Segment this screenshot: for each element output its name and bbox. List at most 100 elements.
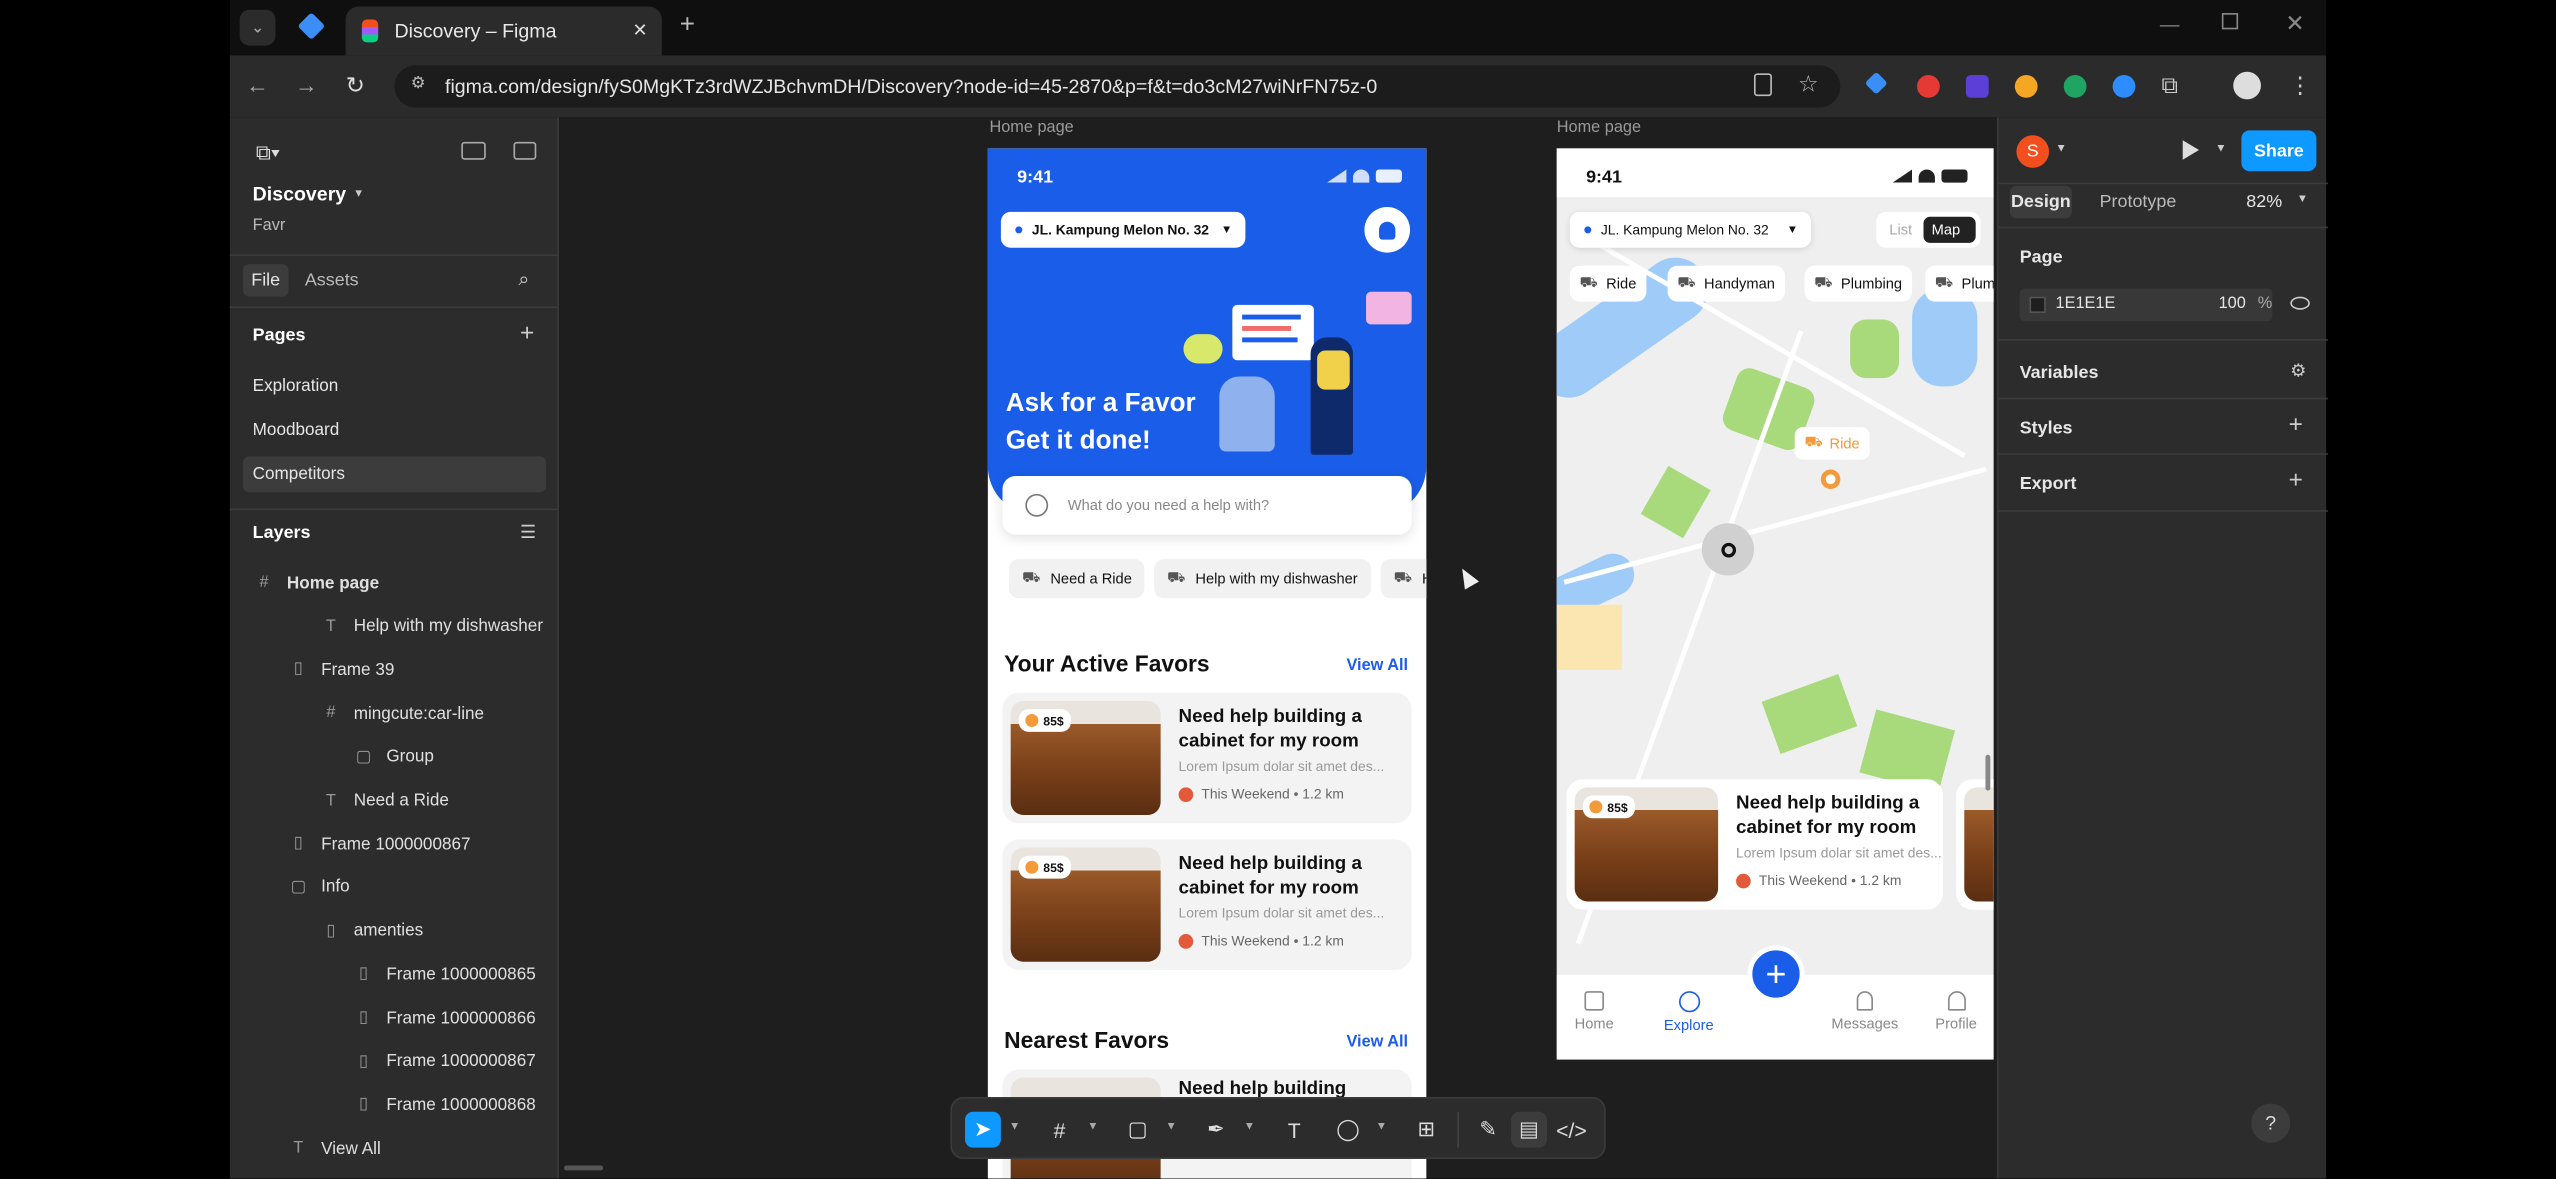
search-input[interactable]: What do you need a help with? [1002,475,1412,535]
ai-icon[interactable] [461,141,486,160]
chevron-down-icon[interactable]: ▼ [1009,1122,1020,1133]
layer-row[interactable]: ▯ Frame 39 [287,648,395,692]
phone-frame-map[interactable]: 9:41 ● JL. Kampung Melon No. 32 ▼ List M… [1556,148,1994,1060]
new-tab-button[interactable]: + [680,11,695,40]
layer-row[interactable]: # mingcute:car-line [319,691,484,735]
window-minimize-icon[interactable]: — [2160,13,2180,36]
layer-row[interactable]: ▯ amenties [319,909,423,953]
page-item-exploration[interactable]: Exploration [243,368,546,404]
color-hex[interactable]: 1E1E1E [2056,295,2116,313]
figma-canvas[interactable]: Home page Home page 9:41 ● JL. Kampung M… [559,117,1997,1179]
rectangle-icon[interactable]: ▢ [1120,1112,1156,1148]
site-info-icon[interactable]: ⚙ [411,75,426,93]
frame-label[interactable]: Home page [989,119,1073,137]
extension-icon[interactable] [2063,74,2087,98]
browser-menu-icon[interactable]: ⋮ [2289,72,2312,100]
nav-messages[interactable]: Messages [1829,991,1901,1032]
share-button[interactable]: Share [2241,130,2317,172]
frame-label[interactable]: Home page [1557,119,1641,137]
layers-options-icon[interactable]: ☰ [520,522,536,543]
extension-icon[interactable] [1965,74,1989,98]
add-favor-button[interactable]: + [1747,945,1805,1003]
tab-prototype[interactable]: Prototype [2100,192,2177,212]
move-icon[interactable]: ➤ [965,1111,1001,1148]
layer-row[interactable]: ▯ Frame 1000000867 [352,1039,536,1083]
tab-assets[interactable]: Assets [305,271,359,291]
map-category-chip[interactable]: ⛟ Handyman [1667,265,1785,302]
present-play-icon[interactable] [2182,140,2200,160]
layer-row[interactable]: ▢ Info [287,865,350,909]
view-all-link[interactable]: View All [1346,657,1408,675]
tab-close-icon[interactable]: ✕ [632,20,647,41]
browser-tab-active[interactable]: Discovery – Figma ✕ [345,6,662,56]
actions-icon[interactable]: ⊞ [1408,1112,1444,1148]
frame-icon[interactable]: # [1042,1112,1078,1148]
category-chip[interactable]: ⛟H [1380,559,1427,599]
map-category-chip[interactable]: ⛟ Plum [1925,265,1994,302]
category-chip[interactable]: ⛟ Need a Ride [1009,559,1145,599]
pen-icon[interactable]: ✒ [1198,1112,1234,1148]
design-mode-icon[interactable]: ▤ [1511,1111,1547,1148]
draw-icon[interactable]: ✎ [1470,1112,1506,1148]
sidebar-toggle-icon[interactable] [513,141,537,160]
dev-mode-icon[interactable]: </> [1553,1112,1589,1148]
map-marker[interactable] [1820,469,1841,490]
chevron-down-icon[interactable]: ▼ [2215,143,2226,154]
layer-row[interactable]: ▢ Group [352,735,434,779]
layer-row[interactable]: T Help with my dishwasher [319,604,543,648]
help-button[interactable]: ? [2251,1103,2291,1143]
chevron-down-icon[interactable]: ▼ [2297,194,2308,205]
favor-card[interactable]: 85$ Need help building a cabinet for my r… [1002,839,1412,970]
add-page-icon[interactable]: + [520,319,534,347]
pinned-tab-icon[interactable] [297,12,326,40]
map-category-chip[interactable]: ⛟ Plumbing [1804,265,1912,302]
file-name[interactable]: Discovery [253,183,347,206]
layer-row[interactable]: ▯ Frame 1000000867 [287,822,471,866]
layer-row[interactable]: ▯ Frame 1000000865 [352,952,536,996]
layer-row[interactable]: ▯ Frame 1000000868 [352,1083,536,1127]
chevron-down-icon[interactable]: ▼ [2056,143,2067,154]
phone-frame-home[interactable]: 9:41 ● JL. Kampung Melon No. 32 ▼ Ask fo… [987,148,1427,1179]
search-icon[interactable]: ⌕ [518,267,529,291]
comment-icon[interactable]: ◯ [1330,1112,1366,1148]
opacity-value[interactable]: 100 [2219,295,2246,313]
location-selector[interactable]: ● JL. Kampung Melon No. 32 ▼ [1000,211,1246,248]
extensions-puzzle-icon[interactable]: ⧉ [2162,72,2178,100]
view-all-link[interactable]: View All [1346,1033,1408,1051]
page-item-moodboard[interactable]: Moodboard [243,412,546,448]
toggle-map[interactable]: Map [1923,216,1976,243]
window-restore-icon[interactable] [2221,13,2239,30]
layer-row[interactable]: ▯ Frame 1000000866 [352,996,536,1040]
tab-search-button[interactable]: ⌄ [239,9,276,46]
location-selector[interactable]: ● JL. Kampung Melon No. 32 ▼ [1569,211,1812,248]
file-name-chevron-icon[interactable]: ▾ [355,186,362,201]
extension-icon[interactable] [2014,74,2038,98]
window-close-icon[interactable]: ✕ [2285,10,2304,38]
chevron-down-icon[interactable]: ▼ [1166,1122,1177,1133]
nav-explore[interactable]: Explore [1656,991,1721,1033]
zoom-level[interactable]: 82% [2246,192,2282,212]
clipboard-icon[interactable] [1753,73,1772,97]
map-favor-card-peek[interactable] [1956,779,1994,910]
category-chip[interactable]: ⛟ Help with my dishwasher [1154,559,1371,599]
zoom-extension-icon[interactable] [2112,74,2136,98]
bookmark-star-icon[interactable]: ☆ [1798,70,1818,98]
profile-avatar[interactable] [2233,71,2261,100]
canvas-scrollbar[interactable] [564,1165,604,1171]
color-swatch[interactable] [2029,296,2046,313]
favor-card[interactable]: 85$ Need help building a cabinet for my r… [1002,692,1412,824]
user-avatar[interactable]: S [2016,135,2050,168]
chevron-down-icon[interactable]: ▼ [1087,1122,1098,1133]
scrollbar[interactable] [1985,754,1991,791]
variables-icon[interactable]: ⚙ [2290,360,2306,382]
visibility-eye-icon[interactable] [2290,296,2310,310]
add-style-icon[interactable]: + [2289,411,2303,439]
page-color-field[interactable]: 1E1E1E 100 % [2019,288,2273,322]
reload-icon[interactable]: ↻ [346,72,365,100]
page-item-competitors[interactable]: Competitors [242,456,547,493]
nav-home[interactable]: Home [1562,991,1627,1032]
address-bar[interactable]: ⚙ figma.com/design/fyS0MgKTz3rdWZJBchvmD… [394,65,1841,108]
extension-icon[interactable] [1916,74,1940,98]
chevron-down-icon[interactable]: ▼ [1376,1122,1387,1133]
notification-bell-button[interactable] [1364,207,1411,253]
